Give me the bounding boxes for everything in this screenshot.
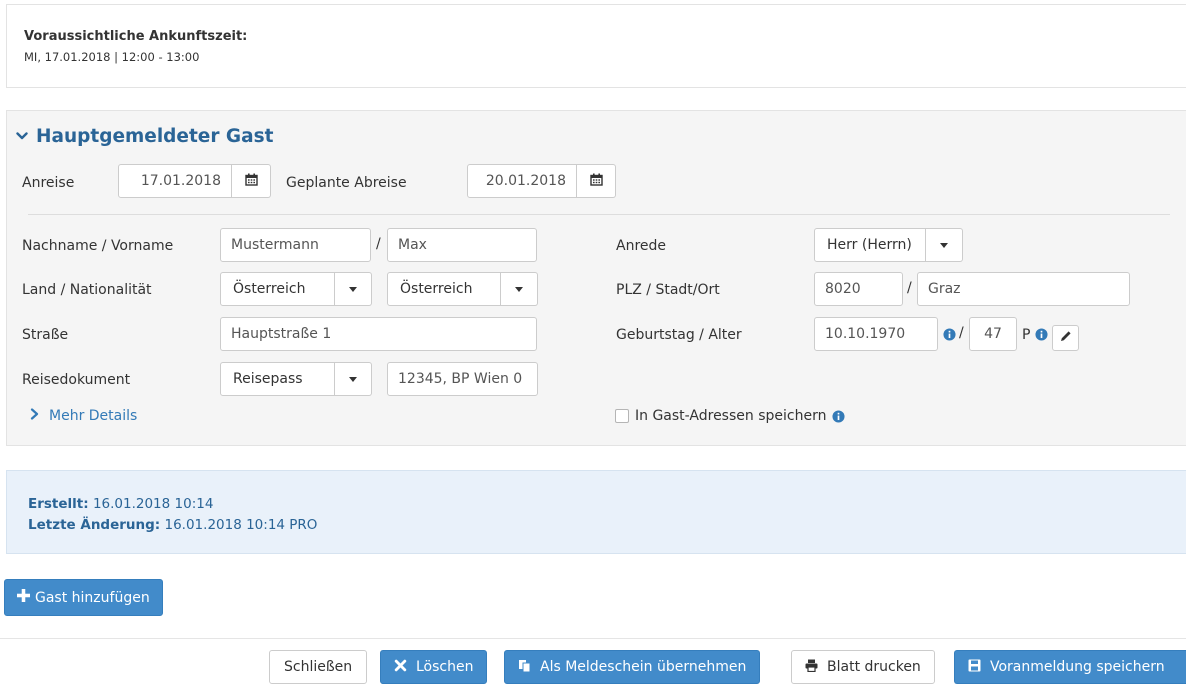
land-value: Österreich bbox=[220, 272, 335, 306]
add-guest-label: Gast hinzufügen bbox=[35, 589, 150, 606]
footer-divider bbox=[0, 638, 1186, 639]
calendar-icon bbox=[244, 173, 258, 190]
pencil-icon bbox=[1060, 330, 1072, 346]
anrede-value: Herr (Herrn) bbox=[814, 228, 926, 262]
nationalitaet-select[interactable]: Österreich bbox=[387, 272, 538, 306]
take-over-button[interactable]: Als Meldeschein übernehmen bbox=[504, 650, 761, 684]
chevron-down-icon[interactable] bbox=[335, 362, 372, 396]
vorname-input[interactable]: Max bbox=[387, 228, 537, 262]
divider bbox=[28, 214, 1170, 215]
print-button[interactable]: Blatt drucken bbox=[791, 650, 935, 684]
calendar-icon bbox=[589, 173, 603, 190]
info-icon[interactable] bbox=[1035, 328, 1048, 341]
alter-separator: / bbox=[959, 325, 964, 341]
strasse-label: Straße bbox=[22, 327, 69, 343]
erstellt-value: 16.01.2018 10:14 bbox=[92, 496, 214, 512]
arrival-panel: Voraussichtliche Ankunftszeit: MI, 17.01… bbox=[6, 4, 1186, 88]
anreise-label: Anreise bbox=[22, 175, 75, 191]
arrival-label: Voraussichtliche Ankunftszeit: bbox=[24, 29, 248, 44]
chevron-down-icon[interactable] bbox=[501, 272, 538, 306]
aenderung-value: 16.01.2018 10:14 PRO bbox=[164, 517, 318, 533]
save-address-label: In Gast-Adressen speichern bbox=[635, 408, 827, 424]
abreise-date-group: 20.01.2018 bbox=[467, 164, 616, 198]
plz-label: PLZ / Stadt/Ort bbox=[616, 282, 720, 298]
dokument-select[interactable]: Reisepass bbox=[220, 362, 372, 396]
anreise-calendar-button[interactable] bbox=[232, 164, 271, 198]
save-address-row: In Gast-Adressen speichern bbox=[615, 408, 846, 424]
erstellt-label: Erstellt: bbox=[28, 496, 89, 512]
alter-input[interactable]: 47 bbox=[969, 317, 1017, 351]
delete-label: Löschen bbox=[416, 659, 474, 675]
info-icon[interactable] bbox=[832, 409, 846, 423]
delete-button[interactable]: Löschen bbox=[380, 650, 488, 684]
mehr-details-link[interactable]: Mehr Details bbox=[30, 408, 137, 424]
name-separator: / bbox=[376, 236, 381, 252]
save-address-checkbox[interactable] bbox=[615, 409, 629, 423]
copy-icon bbox=[518, 659, 531, 676]
print-icon bbox=[805, 659, 818, 676]
close-button[interactable]: Schließen bbox=[269, 650, 368, 684]
ort-input[interactable]: Graz bbox=[917, 272, 1130, 306]
nationalitaet-value: Österreich bbox=[387, 272, 501, 306]
close-label: Schließen bbox=[284, 659, 353, 675]
mehr-details-text: Mehr Details bbox=[49, 408, 138, 424]
plz-separator: / bbox=[907, 280, 912, 296]
chevron-right-icon bbox=[30, 408, 39, 424]
floppy-icon bbox=[968, 659, 981, 676]
dokument-value: Reisepass bbox=[220, 362, 335, 396]
take-over-label: Als Meldeschein übernehmen bbox=[540, 659, 747, 675]
info-icon[interactable] bbox=[943, 328, 956, 341]
save-button[interactable]: Voranmeldung speichern bbox=[954, 650, 1186, 684]
abreise-calendar-button[interactable] bbox=[577, 164, 616, 198]
add-guest-button[interactable]: Gast hinzufügen bbox=[4, 579, 163, 616]
plz-input[interactable]: 8020 bbox=[814, 272, 903, 306]
geburtstag-label: Geburtstag / Alter bbox=[616, 327, 742, 343]
times-icon bbox=[394, 659, 407, 676]
anreise-input[interactable]: 17.01.2018 bbox=[118, 164, 232, 198]
anreise-date-group: 17.01.2018 bbox=[118, 164, 271, 198]
panel-title-text: Hauptgemeldeter Gast bbox=[36, 126, 274, 147]
alter-suffix: P bbox=[1022, 327, 1031, 343]
dokument-label: Reisedokument bbox=[22, 372, 131, 388]
abreise-label: Geplante Abreise bbox=[286, 175, 407, 191]
geburtstag-input[interactable]: 10.10.1970 bbox=[814, 317, 938, 351]
anrede-select[interactable]: Herr (Herrn) bbox=[814, 228, 963, 262]
aenderung-line: Letzte Änderung: 16.01.2018 10:14 PRO bbox=[28, 517, 317, 533]
arrival-value: MI, 17.01.2018 | 12:00 - 13:00 bbox=[24, 50, 200, 64]
name-label: Nachname / Vorname bbox=[22, 238, 174, 254]
strasse-input[interactable]: Hauptstraße 1 bbox=[220, 317, 537, 351]
land-select[interactable]: Österreich bbox=[220, 272, 372, 306]
print-label: Blatt drucken bbox=[827, 659, 921, 675]
plus-icon bbox=[17, 589, 30, 606]
nachname-input[interactable]: Mustermann bbox=[220, 228, 371, 262]
save-label: Voranmeldung speichern bbox=[990, 659, 1165, 675]
edit-age-button[interactable] bbox=[1052, 325, 1079, 351]
chevron-down-icon[interactable] bbox=[335, 272, 372, 306]
erstellt-line: Erstellt: 16.01.2018 10:14 bbox=[28, 496, 213, 512]
dokument-nr-input[interactable]: 12345, BP Wien 0 bbox=[387, 362, 538, 396]
abreise-input[interactable]: 20.01.2018 bbox=[467, 164, 577, 198]
meta-panel bbox=[6, 470, 1186, 554]
panel-title[interactable]: Hauptgemeldeter Gast bbox=[16, 126, 273, 147]
anrede-label: Anrede bbox=[616, 238, 667, 254]
land-label: Land / Nationalität bbox=[22, 282, 152, 298]
aenderung-label: Letzte Änderung: bbox=[28, 517, 161, 533]
chevron-down-icon bbox=[16, 126, 28, 147]
chevron-down-icon[interactable] bbox=[926, 228, 963, 262]
